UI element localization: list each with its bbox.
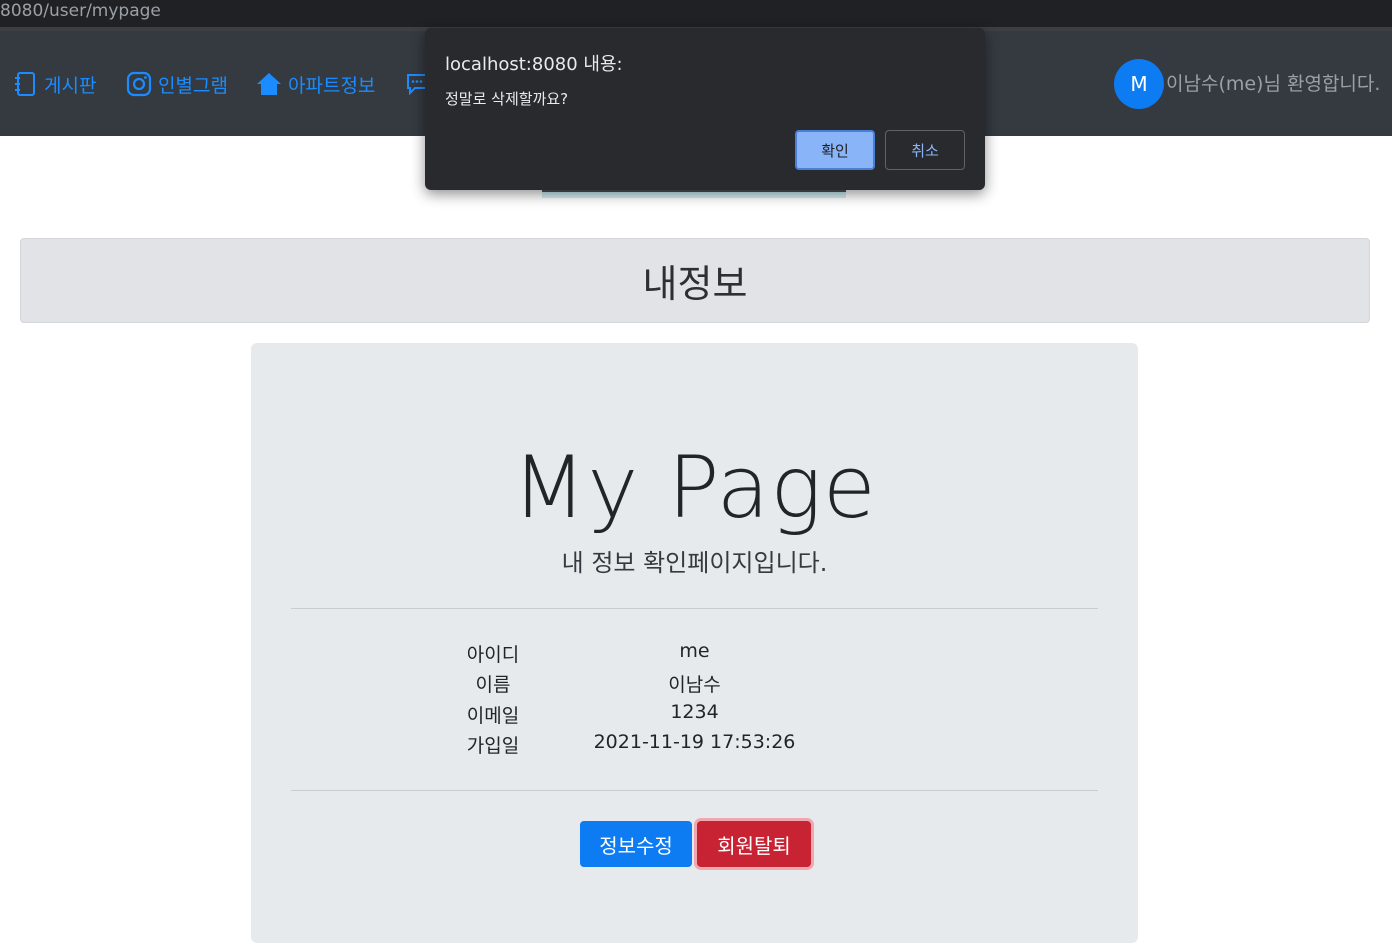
info-label: 가입일	[466, 735, 520, 757]
house-icon	[257, 73, 281, 95]
avatar-letter: M	[1130, 72, 1148, 96]
info-row-id: 아이디 me	[251, 640, 1138, 670]
nav-item-instagram[interactable]: 인별그램	[126, 69, 228, 99]
divider-bottom	[291, 790, 1098, 791]
nav-item-apartment[interactable]: 아파트정보	[256, 69, 375, 99]
section-title: 내정보	[642, 262, 748, 306]
edit-info-button[interactable]: 정보수정	[580, 821, 692, 867]
info-row-email: 이메일 1234	[251, 701, 1138, 731]
instagram-icon	[126, 71, 152, 97]
confirm-dialog: localhost:8080 내용: 정말로 삭제할까요? 확인 취소	[425, 28, 985, 190]
nav-label: 인별그램	[158, 74, 228, 97]
welcome-text: 이남수(me)님 환영합니다.	[1166, 73, 1381, 95]
info-label: 이메일	[466, 705, 520, 727]
section-header: 내정보	[20, 238, 1370, 323]
dialog-message: 정말로 삭제할까요?	[445, 90, 569, 108]
nav-label: 아파트정보	[288, 74, 376, 97]
dialog-title: localhost:8080 내용:	[445, 54, 623, 75]
info-label: 아이디	[466, 644, 520, 666]
page-title: My Page	[512, 438, 877, 538]
divider-top	[291, 608, 1098, 609]
url-text: 8080/user/mypage	[0, 1, 161, 21]
info-row-joined: 가입일 2021-11-19 17:53:26	[251, 731, 1138, 761]
confirm-cancel-button[interactable]: 취소	[885, 130, 965, 170]
page-subtitle: 내 정보 확인페이지입니다.	[561, 549, 828, 577]
withdraw-button[interactable]: 회원탈퇴	[697, 821, 811, 867]
info-value: 이남수	[668, 674, 721, 696]
info-value: 2021-11-19 17:53:26	[593, 731, 796, 753]
info-value: 1234	[670, 701, 719, 723]
info-value: me	[679, 640, 710, 662]
nav-label: 게시판	[44, 74, 97, 97]
info-label: 이름	[475, 674, 511, 696]
avatar[interactable]: M	[1114, 59, 1164, 109]
nav-item-board[interactable]: 게시판	[14, 69, 96, 99]
address-bar[interactable]: 8080/user/mypage	[0, 0, 1392, 27]
mypage-card: My Page 내 정보 확인페이지입니다. 아이디 me 이름 이남수 이메일…	[251, 343, 1138, 943]
confirm-ok-button[interactable]: 확인	[795, 130, 875, 170]
info-row-name: 이름 이남수	[251, 670, 1138, 700]
journal-icon	[15, 72, 35, 96]
